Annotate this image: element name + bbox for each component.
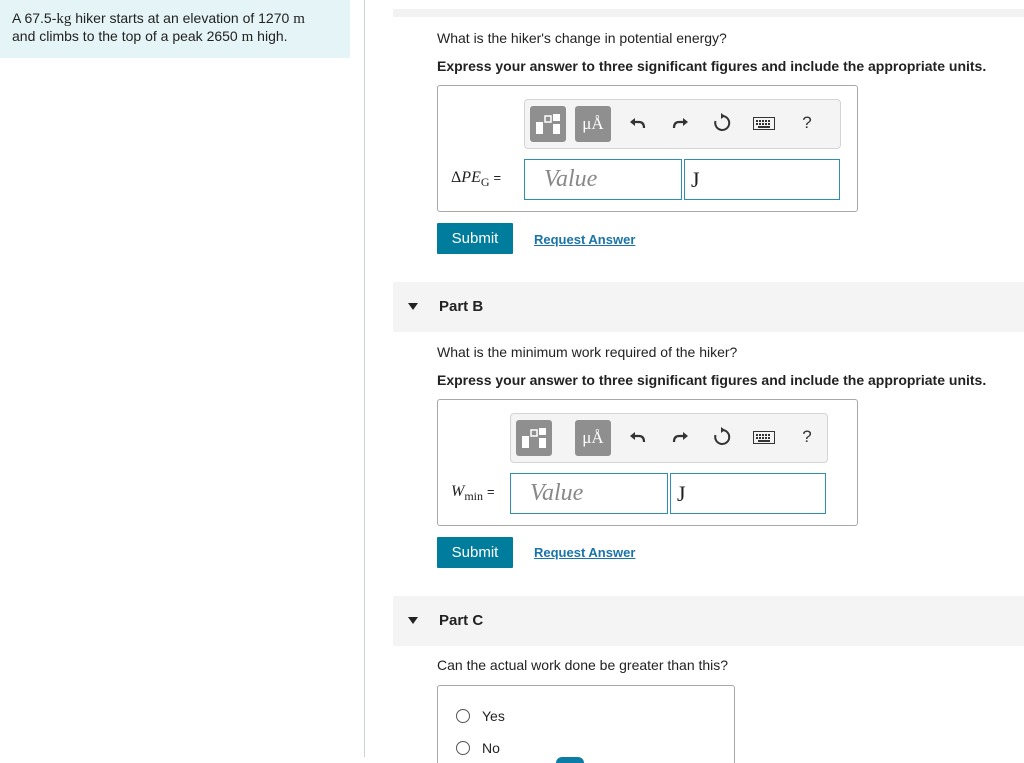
part-b-unit-input[interactable]: J	[670, 473, 826, 514]
caret-down-icon	[408, 617, 418, 624]
part-a-question: What is the hiker's change in potential …	[437, 30, 727, 46]
part-c-question: Can the actual work done be greater than…	[437, 657, 729, 673]
help-icon[interactable]: ?	[795, 425, 819, 449]
part-b-instruction: Express your answer to three significant…	[437, 372, 987, 388]
problem-line-1: A 67.5-kg hiker starts at an elevation o…	[12, 10, 305, 27]
part-b-title: Part B	[439, 298, 484, 315]
choice-label: No	[482, 740, 500, 756]
part-a-value-input[interactable]: Value	[524, 159, 682, 200]
part-a-answer-box: μÅ ? ΔPEG = Value J	[437, 85, 858, 212]
part-b-header[interactable]: Part B	[393, 282, 1024, 332]
units-icon[interactable]: μÅ	[575, 420, 611, 456]
undo-icon[interactable]	[626, 111, 650, 135]
templates-icon[interactable]	[516, 420, 552, 456]
keyboard-icon[interactable]	[751, 425, 777, 449]
part-b-answer-box: μÅ ? Wmin = Value J	[437, 399, 858, 526]
choice-yes[interactable]: Yes	[456, 708, 505, 724]
part-a-variable-label: ΔPEG =	[451, 169, 502, 190]
undo-icon[interactable]	[626, 425, 650, 449]
part-a-header-edge	[393, 9, 1024, 17]
problem-statement: A 67.5-kg hiker starts at an elevation o…	[0, 0, 350, 58]
part-b-question: What is the minimum work required of the…	[437, 344, 738, 360]
keyboard-icon[interactable]	[751, 111, 777, 135]
redo-icon[interactable]	[668, 111, 692, 135]
floating-action-button[interactable]	[556, 757, 584, 763]
part-a-instruction: Express your answer to three significant…	[437, 58, 987, 74]
redo-icon[interactable]	[668, 425, 692, 449]
choice-no[interactable]: No	[456, 740, 500, 756]
panel-divider	[364, 0, 365, 757]
help-icon[interactable]: ?	[795, 111, 819, 135]
reset-icon[interactable]	[710, 111, 734, 135]
part-b-submit-button[interactable]: Submit	[437, 537, 513, 568]
radio-button[interactable]	[456, 741, 470, 755]
part-b-variable-label: Wmin =	[451, 483, 495, 504]
part-b-math-toolbar: μÅ ?	[510, 413, 828, 463]
radio-button[interactable]	[456, 709, 470, 723]
part-b-value-input[interactable]: Value	[510, 473, 668, 514]
part-c-choices: Yes No	[437, 685, 735, 763]
units-icon[interactable]: μÅ	[575, 106, 611, 142]
part-a-request-answer-link[interactable]: Request Answer	[534, 232, 635, 247]
part-a-math-toolbar: μÅ ?	[524, 99, 841, 149]
part-c-header[interactable]: Part C	[393, 596, 1024, 646]
part-a-submit-button[interactable]: Submit	[437, 223, 513, 254]
templates-icon[interactable]	[530, 106, 566, 142]
part-a-unit-input[interactable]: J	[684, 159, 840, 200]
part-c-title: Part C	[439, 612, 484, 629]
reset-icon[interactable]	[710, 425, 734, 449]
problem-line-2: and climbs to the top of a peak 2650 m h…	[12, 28, 288, 45]
caret-down-icon	[408, 303, 418, 310]
choice-label: Yes	[482, 708, 505, 724]
part-b-request-answer-link[interactable]: Request Answer	[534, 545, 635, 560]
